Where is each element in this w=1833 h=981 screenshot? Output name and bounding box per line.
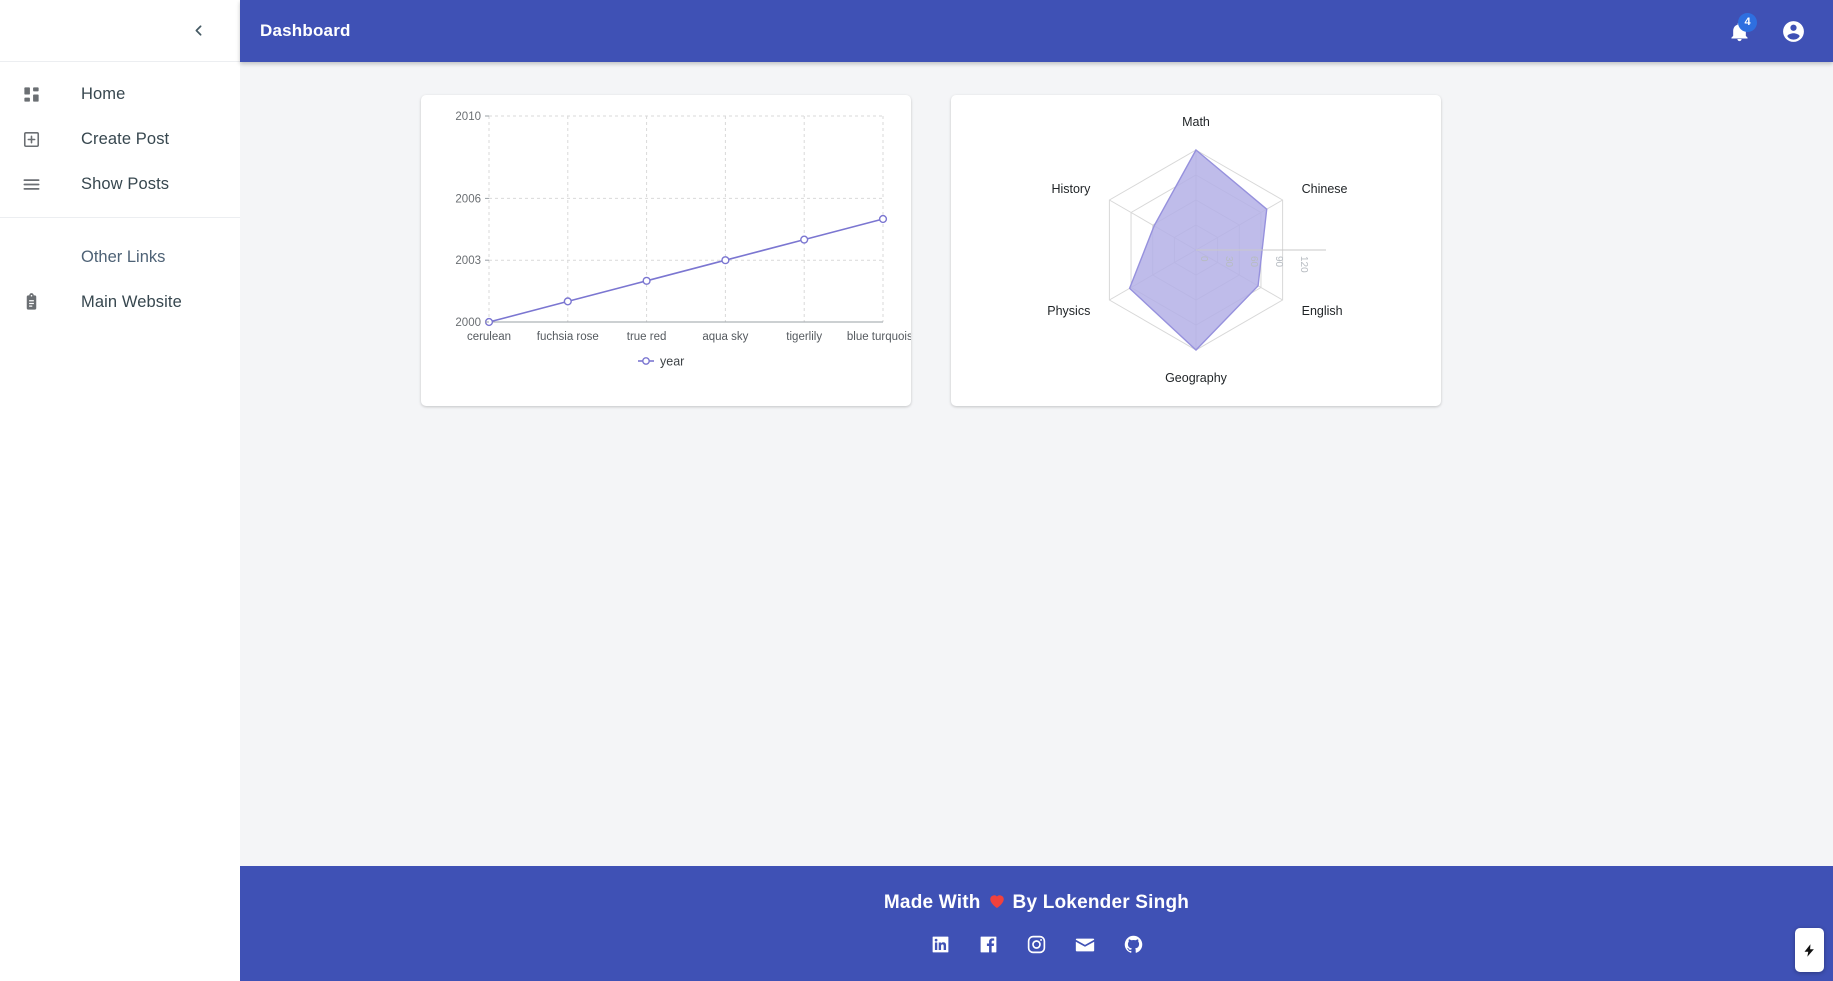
notification-badge: 4 [1738,13,1757,32]
instagram-icon[interactable] [1026,934,1047,956]
dev-toolbar-button[interactable] [1795,928,1824,972]
sidebar-item-label: Main Website [81,293,182,311]
svg-text:fuchsia rose: fuchsia rose [537,331,599,343]
sidebar-item-label: Show Posts [81,175,170,193]
svg-text:Math: Math [1182,115,1210,129]
svg-text:2000: 2000 [455,317,481,329]
footer: Made With By Lokender Singh [240,866,1833,981]
svg-text:tigerlily: tigerlily [786,331,822,343]
svg-text:year: year [660,355,684,369]
account-button[interactable] [1773,11,1813,51]
account-circle-icon [1782,20,1804,42]
svg-text:Physics: Physics [1047,304,1090,318]
sidebar-collapse-button[interactable] [182,15,214,47]
social-links [930,934,1144,956]
add-box-icon [18,127,44,153]
sidebar-main-nav: Home Create Post Show Posts [0,62,240,207]
sidebar-item-create-post[interactable]: Create Post [0,117,240,162]
radar-chart[interactable]: 0 30 60 90 120 Math Chinese English Geography Ph… [951,95,1441,406]
email-icon[interactable] [1074,934,1096,956]
svg-text:blue turquoise: blue turquoise [847,331,911,343]
svg-text:2010: 2010 [455,111,481,123]
github-icon[interactable] [1123,934,1144,956]
sidebar-divider [0,217,240,218]
app-root: Home Create Post Show Posts Other Links … [0,0,1833,981]
svg-text:aqua sky: aqua sky [702,331,748,343]
svg-text:true red: true red [627,331,667,343]
radar-chart-card: 0 30 60 90 120 Math Chinese English Geography Ph… [951,95,1441,406]
main-content: 2000 2003 2006 2010 cerulean fuchsia rose tru… [240,62,1833,866]
footer-suffix: By Lokender Singh [1012,891,1190,913]
svg-text:cerulean: cerulean [467,331,511,343]
page-title: Dashboard [260,21,351,40]
linkedin-icon[interactable] [930,934,951,956]
sidebar-item-home[interactable]: Home [0,72,240,117]
svg-text:2003: 2003 [455,255,481,267]
sidebar-header [0,0,240,62]
line-chart[interactable]: 2000 2003 2006 2010 cerulean fuchsia rose tru… [421,95,919,406]
sidebar: Home Create Post Show Posts Other Links … [0,0,240,981]
app-header: Dashboard 4 [240,0,1833,62]
sidebar-item-main-website[interactable]: Main Website [0,280,240,325]
chevron-left-icon [195,25,201,36]
svg-text:Chinese: Chinese [1302,182,1348,196]
footer-credit: Made With By Lokender Singh [884,892,1189,914]
chart-cards-row: 2000 2003 2006 2010 cerulean fuchsia rose tru… [240,62,1833,406]
heart-icon [988,892,1006,913]
lightning-bolt-icon [1804,943,1814,957]
header-actions: 4 [1719,11,1833,51]
sidebar-item-label: Create Post [81,130,170,148]
dashboard-grid-icon [18,82,44,108]
facebook-icon[interactable] [978,934,999,956]
sidebar-section-header: Other Links [81,248,166,266]
line-chart-card: 2000 2003 2006 2010 cerulean fuchsia rose tru… [421,95,919,406]
svg-text:30: 30 [1223,256,1234,268]
svg-text:Geography: Geography [1165,371,1228,385]
sidebar-item-show-posts[interactable]: Show Posts [0,162,240,207]
sidebar-item-label: Home [81,85,126,103]
svg-text:2006: 2006 [455,193,481,205]
svg-text:60: 60 [1248,256,1259,268]
svg-text:History: History [1051,182,1091,196]
notifications-button[interactable]: 4 [1719,11,1759,51]
svg-text:0: 0 [1198,256,1209,262]
svg-text:90: 90 [1273,256,1284,268]
footer-prefix: Made With [883,891,981,913]
svg-text:120: 120 [1298,256,1309,273]
svg-text:English: English [1302,304,1343,318]
clipboard-icon [18,290,44,316]
list-lines-icon [18,172,44,198]
